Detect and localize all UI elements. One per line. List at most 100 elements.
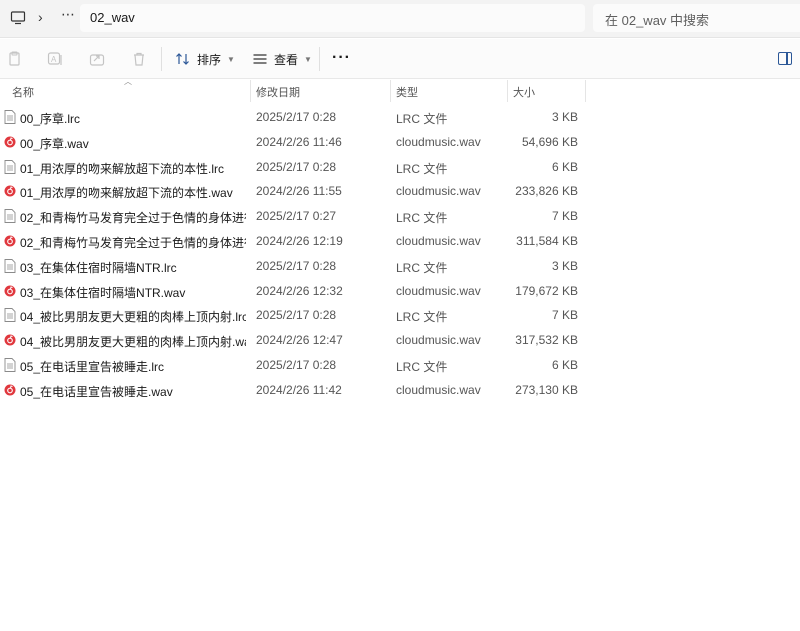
search-input[interactable]: 在 02_wav 中搜索 (593, 4, 800, 32)
file-row[interactable]: 01_用浓厚的吻来解放超下流的本性.wav 2024/2/26 11:55 clou… (0, 179, 590, 204)
cloudmusic-icon (4, 136, 16, 148)
file-size: 3 KB (551, 110, 578, 124)
column-divider[interactable] (507, 80, 508, 102)
file-size: 3 KB (551, 258, 578, 273)
view-button[interactable]: 查看 ▼ (252, 47, 312, 71)
file-date: 2024/2/26 12:19 (256, 234, 343, 248)
file-name: 02_和青梅竹马发育完全过于色情的身体进行紧... (20, 236, 246, 250)
file-type: LRC 文件 (396, 161, 448, 176)
file-type: cloudmusic.wav (396, 382, 481, 397)
file-date: 2025/2/17 0:28 (256, 258, 337, 273)
column-header-date[interactable]: 修改日期 (256, 84, 300, 100)
file-size: 273,130 KB (515, 382, 578, 397)
text-file-icon (4, 258, 16, 273)
file-row[interactable]: 04_被比男朋友更大更粗的肉棒上顶内射.wav 2024/2/26 12:47 cl… (0, 328, 590, 353)
file-row[interactable]: 00_序章.wav 2024/2/26 11:46 cloudmusic.wav 54… (0, 130, 590, 155)
file-row[interactable]: 02_和青梅竹马发育完全过于色情的身体进行紧... 2025/2/17 0:27 L… (0, 204, 590, 229)
sort-icon (176, 53, 189, 65)
file-date: 2025/2/17 0:27 (256, 209, 337, 224)
file-size: 233,826 KB (515, 184, 578, 199)
file-name: 04_被比男朋友更大更粗的肉棒上顶内射.wav (20, 335, 246, 350)
view-icon (253, 54, 267, 64)
file-date: 2024/2/26 11:42 (256, 382, 342, 397)
file-name: 02_和青梅竹马发育完全过于色情的身体进行紧... (20, 211, 246, 226)
file-row[interactable]: 01_用浓厚的吻来解放超下流的本性.lrc 2025/2/17 0:28 LRC 文… (0, 155, 590, 180)
file-size: 179,672 KB (515, 283, 578, 298)
file-date: 2024/2/26 11:46 (256, 134, 342, 149)
breadcrumb-overflow-button[interactable]: ⋯ (61, 6, 76, 23)
file-date: 2024/2/26 11:55 (256, 184, 342, 199)
file-row[interactable]: 03_在集体住宿时隔墙NTR.lrc 2025/2/17 0:28 LRC 文件 3 … (0, 254, 590, 279)
column-header-type[interactable]: 类型 (396, 84, 418, 100)
file-type: cloudmusic.wav (396, 134, 481, 149)
file-row[interactable]: 00_序章.lrc 2025/2/17 0:28 LRC 文件 3 KB (0, 105, 590, 130)
file-type: cloudmusic.wav (396, 234, 481, 248)
share-icon[interactable] (89, 51, 105, 67)
toolbar-divider (161, 47, 162, 71)
column-divider[interactable] (250, 80, 251, 102)
file-type: cloudmusic.wav (396, 283, 481, 298)
file-row[interactable]: 05_在电话里宣告被睡走.wav 2024/2/26 11:42 cloudmusi… (0, 378, 590, 403)
chevron-down-icon: ▼ (304, 54, 312, 64)
file-name: 05_在电话里宣告被睡走.wav (20, 384, 173, 399)
cloudmusic-icon (4, 185, 16, 197)
details-pane-icon[interactable] (778, 52, 792, 65)
file-type: LRC 文件 (396, 360, 448, 374)
file-size: 317,532 KB (515, 333, 578, 348)
more-options-button[interactable]: ··· (332, 49, 351, 67)
column-divider[interactable] (390, 80, 391, 102)
text-file-icon (4, 308, 16, 323)
column-headers: ︿ 名称 修改日期 类型 大小 (0, 77, 800, 102)
file-row[interactable]: 02_和青梅竹马发育完全过于色情的身体进行紧... 2024/2/26 12:19… (0, 229, 590, 254)
column-header-name[interactable]: 名称 (12, 84, 34, 100)
file-type: LRC 文件 (396, 211, 448, 226)
view-label: 查看 (274, 52, 299, 67)
file-size: 7 KB (551, 308, 578, 323)
text-file-icon (4, 358, 16, 372)
file-size: 7 KB (551, 209, 578, 224)
file-type: cloudmusic.wav (396, 333, 481, 348)
file-row[interactable]: 04_被比男朋友更大更粗的肉棒上顶内射.lrc 2025/2/17 0:28 LRC… (0, 303, 590, 328)
file-date: 2025/2/17 0:28 (256, 358, 337, 372)
column-header-size[interactable]: 大小 (513, 84, 535, 100)
cloudmusic-icon (4, 384, 16, 396)
file-date: 2025/2/17 0:28 (256, 308, 337, 323)
address-bar: › ⋯ 02_wav 在 02_wav 中搜索 (0, 0, 800, 38)
file-date: 2025/2/17 0:28 (256, 159, 337, 174)
chevron-down-icon: ▼ (227, 54, 235, 64)
file-name: 05_在电话里宣告被睡走.lrc (20, 360, 165, 374)
sort-button[interactable]: 排序 ▼ (175, 47, 235, 71)
file-type: LRC 文件 (396, 260, 448, 275)
file-type: cloudmusic.wav (396, 184, 481, 199)
file-row[interactable]: 03_在集体住宿时隔墙NTR.wav 2024/2/26 12:32 cloudmu… (0, 279, 590, 304)
toolbar-divider (319, 47, 320, 71)
search-placeholder: 在 02_wav 中搜索 (605, 13, 710, 28)
sort-label: 排序 (197, 52, 222, 67)
sort-ascending-icon: ︿ (124, 77, 132, 86)
copy-icon[interactable] (6, 51, 22, 67)
file-name: 00_序章.lrc (20, 112, 81, 126)
breadcrumb[interactable]: 02_wav (80, 4, 585, 32)
breadcrumb-current-folder[interactable]: 02_wav (90, 10, 135, 25)
rename-icon[interactable]: A (47, 51, 63, 67)
file-name: 01_用浓厚的吻来解放超下流的本性.lrc (20, 161, 225, 176)
file-size: 311,584 KB (516, 234, 578, 248)
delete-icon[interactable] (131, 51, 147, 67)
breadcrumb-chevron-icon[interactable]: › (38, 9, 43, 25)
file-row[interactable]: 05_在电话里宣告被睡走.lrc 2025/2/17 0:28 LRC 文件 6 KB (0, 353, 590, 378)
file-date: 2025/2/17 0:28 (256, 110, 337, 124)
file-date: 2024/2/26 12:47 (256, 333, 343, 348)
file-name: 04_被比男朋友更大更粗的肉棒上顶内射.lrc (20, 310, 246, 325)
file-name: 01_用浓厚的吻来解放超下流的本性.wav (20, 186, 233, 201)
text-file-icon (4, 209, 16, 224)
cloudmusic-icon (4, 235, 16, 247)
file-size: 6 KB (551, 358, 578, 372)
text-file-icon (4, 159, 16, 174)
column-divider[interactable] (585, 80, 586, 102)
file-size: 6 KB (551, 159, 578, 174)
this-pc-icon[interactable] (10, 10, 26, 26)
file-type: LRC 文件 (396, 112, 448, 126)
svg-text:A: A (51, 55, 57, 64)
file-name: 00_序章.wav (20, 136, 89, 151)
file-name: 03_在集体住宿时隔墙NTR.wav (20, 285, 186, 300)
